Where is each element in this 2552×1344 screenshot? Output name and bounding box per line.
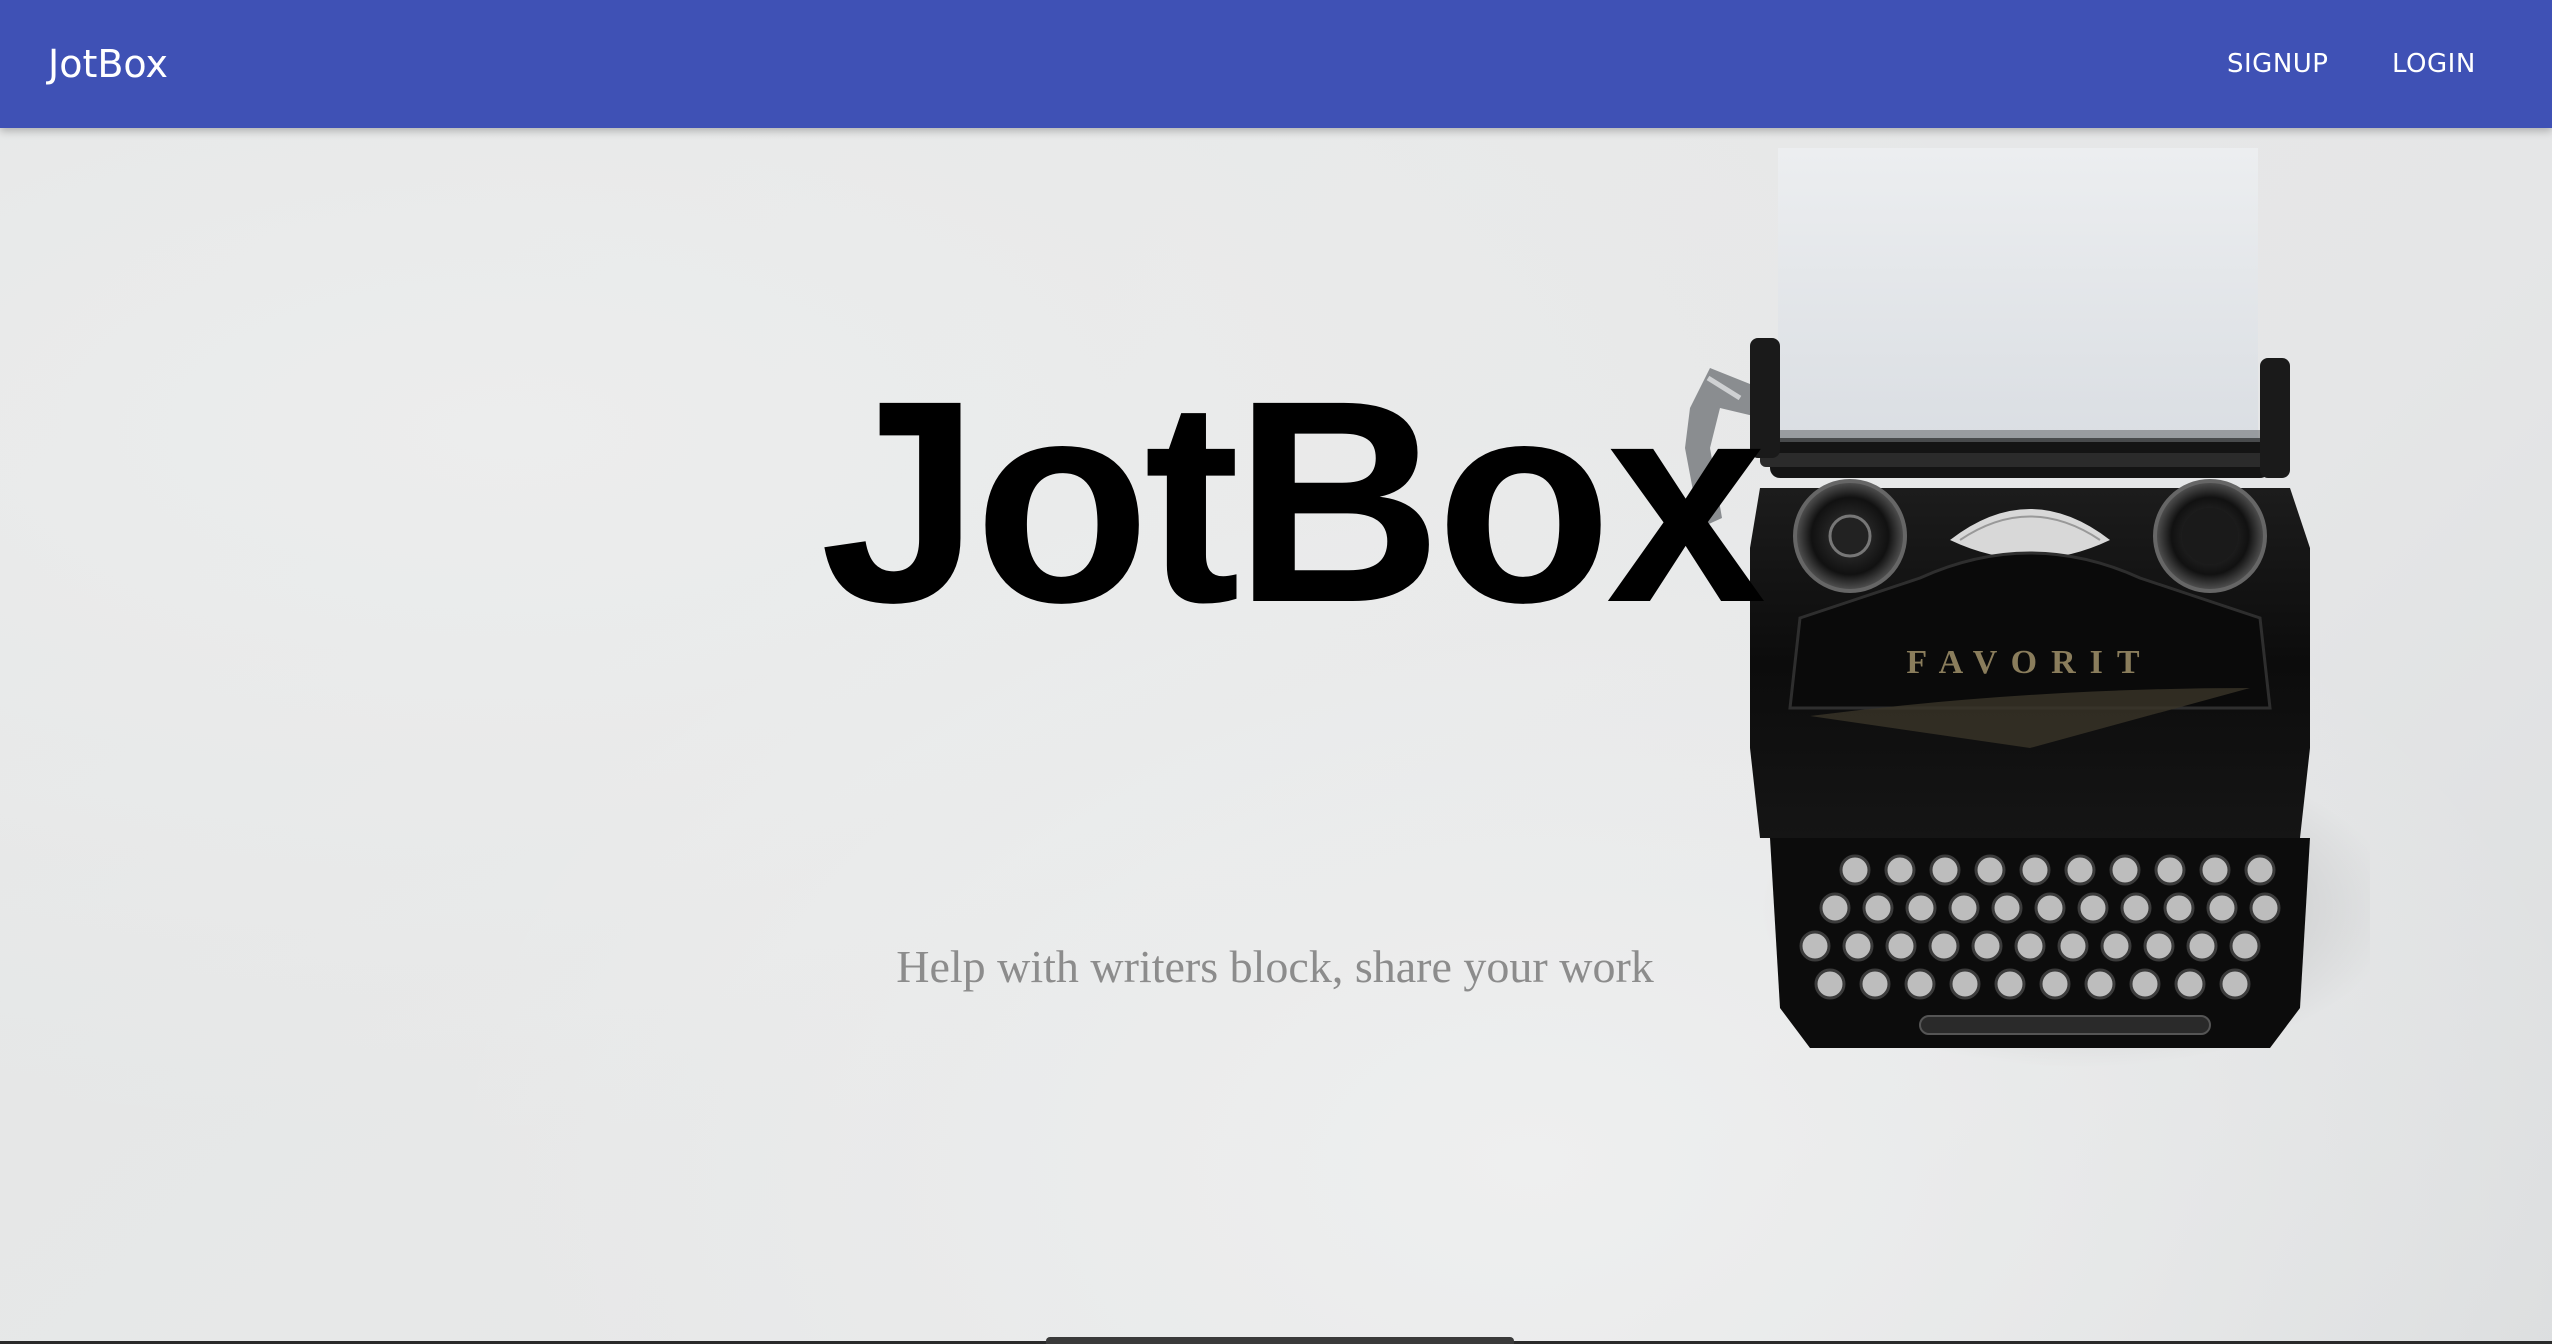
- hero-title: JotBox: [820, 341, 1766, 663]
- top-app-bar: JotBox SIGNUP LOGIN: [0, 0, 2552, 128]
- signup-button[interactable]: SIGNUP: [2211, 34, 2344, 94]
- brand-link[interactable]: JotBox: [48, 0, 168, 128]
- login-button[interactable]: LOGIN: [2376, 34, 2492, 94]
- horizontal-scrollbar[interactable]: [1046, 1337, 1514, 1344]
- app-root: JotBox SIGNUP LOGIN FAVORIT JotBox Help …: [0, 0, 2552, 1344]
- hero-subtitle: Help with writers block, share your work: [896, 941, 1654, 992]
- typewriter-brand-plate: FAVORIT: [1906, 644, 2153, 681]
